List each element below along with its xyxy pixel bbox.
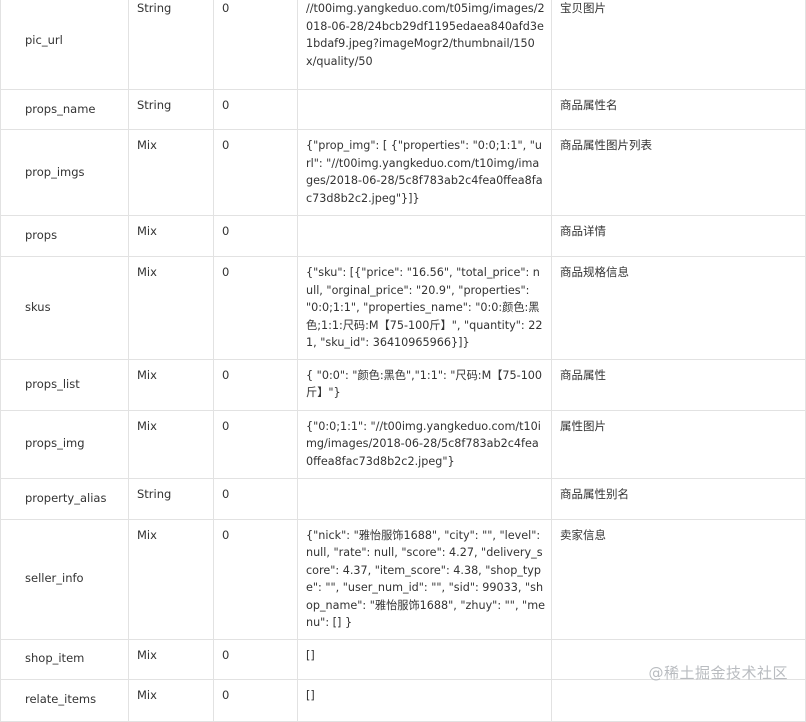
table-row: props_name String 0 商品属性名	[0, 89, 806, 130]
field-description: 卖家信息	[551, 518, 806, 640]
field-name: prop_imgs	[0, 129, 129, 216]
field-required: 0	[213, 409, 298, 479]
field-name: props	[0, 215, 129, 257]
table-row: prop_imgs Mix 0 {"prop_img": [ {"propert…	[0, 129, 806, 216]
field-description: 属性图片	[551, 409, 806, 479]
field-description: 商品属性名	[551, 89, 806, 130]
field-example: {"sku": [{"price": "16.56", "total_price…	[297, 256, 552, 360]
field-required: 0	[213, 477, 298, 520]
watermark-text: @稀土掘金技术社区	[648, 664, 788, 682]
field-type: Mix	[128, 638, 214, 680]
field-type: Mix	[128, 129, 214, 216]
field-example: {"0:0;1:1": "//t00img.yangkeduo.com/t10i…	[297, 409, 552, 479]
field-description: 商品属性图片列表	[551, 129, 806, 216]
field-example: //t00img.yangkeduo.com/t05img/images/201…	[297, 0, 552, 90]
field-name: props_img	[0, 409, 129, 479]
field-name: props_list	[0, 358, 129, 411]
field-description: 商品详情	[551, 215, 806, 257]
table-row: skus Mix 0 {"sku": [{"price": "16.56", "…	[0, 256, 806, 360]
field-description: 商品属性	[551, 358, 806, 411]
field-description: 宝贝图片	[551, 0, 806, 90]
field-required: 0	[213, 0, 298, 90]
field-example: {"nick": "雅怡服饰1688", "city": "", "level"…	[297, 518, 552, 640]
field-description: 商品属性别名	[551, 477, 806, 520]
field-name: shop_item	[0, 638, 129, 680]
field-description	[551, 678, 806, 722]
field-type: String	[128, 0, 214, 90]
watermark: @稀土掘金技术社区	[648, 662, 788, 683]
field-name: relate_items	[0, 678, 129, 722]
field-type: Mix	[128, 518, 214, 640]
field-type: Mix	[128, 409, 214, 479]
field-type: Mix	[128, 215, 214, 257]
field-example: {"prop_img": [ {"properties": "0:0;1:1",…	[297, 129, 552, 216]
field-name: property_alias	[0, 477, 129, 520]
table-row: seller_info Mix 0 {"nick": "雅怡服饰1688", "…	[0, 518, 806, 640]
field-name: pic_url	[0, 0, 129, 90]
field-type: Mix	[128, 358, 214, 411]
field-example: { "0:0": "颜色:黑色","1:1": "尺码:M【75-100斤】"}	[297, 358, 552, 411]
field-type: Mix	[128, 678, 214, 722]
field-name: skus	[0, 256, 129, 360]
field-required: 0	[213, 129, 298, 216]
field-name: seller_info	[0, 518, 129, 640]
field-spec-table: pic_url String 0 //t00img.yangkeduo.com/…	[0, 0, 806, 722]
table-row: pic_url String 0 //t00img.yangkeduo.com/…	[0, 0, 806, 90]
field-type: String	[128, 89, 214, 130]
field-name: props_name	[0, 89, 129, 130]
field-example: []	[297, 678, 552, 722]
table-row: props_list Mix 0 { "0:0": "颜色:黑色","1:1":…	[0, 358, 806, 411]
table-row: property_alias String 0 商品属性别名	[0, 477, 806, 520]
table-row: props Mix 0 商品详情	[0, 215, 806, 257]
field-example	[297, 89, 552, 130]
field-example	[297, 477, 552, 520]
field-required: 0	[213, 518, 298, 640]
field-required: 0	[213, 638, 298, 680]
field-description: 商品规格信息	[551, 256, 806, 360]
field-required: 0	[213, 678, 298, 722]
field-required: 0	[213, 256, 298, 360]
field-required: 0	[213, 89, 298, 130]
field-example: []	[297, 638, 552, 680]
field-type: Mix	[128, 256, 214, 360]
field-example	[297, 215, 552, 257]
field-type: String	[128, 477, 214, 520]
table-row: props_img Mix 0 {"0:0;1:1": "//t00img.ya…	[0, 409, 806, 479]
field-required: 0	[213, 358, 298, 411]
field-required: 0	[213, 215, 298, 257]
table-row: relate_items Mix 0 []	[0, 678, 806, 722]
